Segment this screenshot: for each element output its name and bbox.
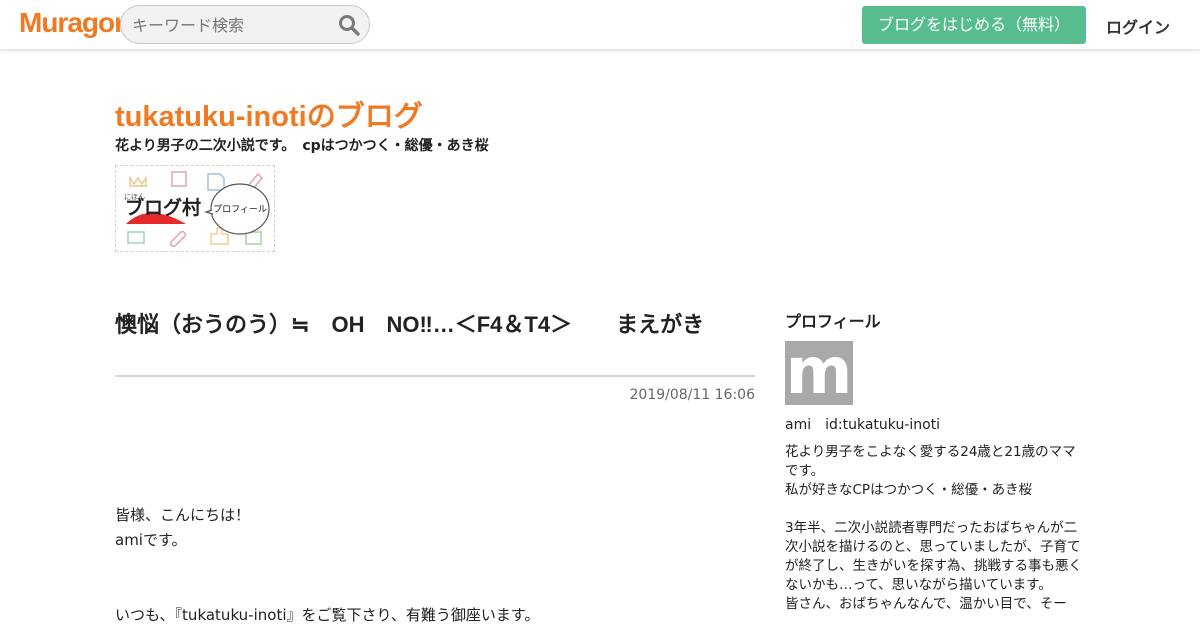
post-paragraph <box>115 578 755 603</box>
blog-description: 花より男子の二次小説です。 cpはつかつく・総優・あき桜 <box>115 138 489 154</box>
post-title-divider <box>115 375 755 377</box>
login-link[interactable]: ログイン <box>1106 14 1170 38</box>
profile-user-id[interactable]: ami id:tukatuku-inoti <box>785 414 940 434</box>
blogmura-profile-banner[interactable]: にほん ブログ村 プロフィール <box>115 165 275 252</box>
bio-line: 皆さん、おばちゃんなんで、温かい目で、そー <box>785 596 1067 612</box>
muragon-logo[interactable]: Muragon <box>19 7 131 39</box>
blogmura-banner-image: にほん ブログ村 プロフィール <box>124 171 270 248</box>
post-body: 皆様、こんにちは！ amiです。 いつも、『tukatuku-inoti』をご覧… <box>115 503 755 628</box>
avatar[interactable]: m <box>785 341 853 405</box>
bio-line: 私が好きなCPはつかつく・総優・あき桜 <box>785 482 1033 498</box>
search-input[interactable] <box>132 14 332 36</box>
post-date: 2019/08/11 16:06 <box>629 387 756 403</box>
bio-line <box>785 500 1085 519</box>
start-blog-button[interactable]: ブログをはじめる（無料） <box>862 6 1086 44</box>
post-title[interactable]: 懊悩（おうのう）≒ OH NO‼…＜F4＆T4＞ まえがき <box>115 308 755 341</box>
banner-main-label: ブログ村 <box>125 196 201 219</box>
avatar-letter: m <box>786 341 853 405</box>
blog-title[interactable]: tukatuku-inotiのブログ <box>115 93 423 135</box>
profile-bio: 花より男子をこよなく愛する24歳と21歳のママです。 私が好きなCPはつかつく・… <box>785 443 1085 614</box>
banner-bubble-label: プロフィール <box>213 204 267 215</box>
search-icon[interactable] <box>338 14 360 36</box>
bio-line: 3年半、二次小説読者専門だったおばちゃんが二次小説を描けるのと、思っていましたが… <box>785 520 1082 593</box>
bio-line: 花より男子をこよなく愛する24歳と21歳のママです。 <box>785 444 1076 479</box>
post-paragraph <box>115 553 755 578</box>
post-paragraph: 皆様、こんにちは！ <box>115 506 251 524</box>
top-nav-bar: Muragon ブログをはじめる（無料） ログイン <box>0 0 1200 49</box>
sidebar-profile-heading: プロフィール <box>785 312 881 331</box>
search-box[interactable] <box>120 5 370 44</box>
post-paragraph: amiです。 <box>115 531 187 549</box>
post-paragraph: いつも、『tukatuku-inoti』をご覧下さり、有難う御座います。 <box>115 606 540 624</box>
